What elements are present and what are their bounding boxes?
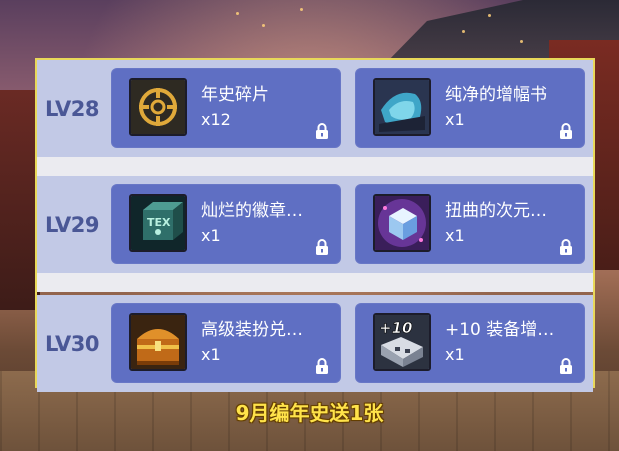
- level-label: LV29: [45, 212, 99, 237]
- reward-card[interactable]: +10 +10 装备增… x1: [355, 303, 585, 383]
- lock-icon: [560, 123, 572, 139]
- gold-coin-icon: [129, 78, 187, 136]
- level-label: LV30: [45, 331, 99, 356]
- reward-row-lv30: LV30 高级装扮兑… x1 +10 +10 装备增… x1: [37, 295, 593, 392]
- sparkle: [462, 30, 465, 33]
- reward-quantity: x12: [201, 110, 231, 129]
- lock-icon: [560, 358, 572, 374]
- blue-book-icon: [373, 78, 431, 136]
- reward-name: 纯净的增幅书: [445, 85, 547, 105]
- reward-name: 高级装扮兑…: [201, 320, 303, 340]
- reward-quantity: x1: [445, 226, 465, 245]
- cube-icon: [373, 194, 431, 252]
- row-divider: [37, 157, 593, 176]
- row-divider: [37, 273, 593, 292]
- sparkle: [262, 24, 265, 27]
- svg-text:TEX: TEX: [147, 216, 171, 229]
- emblem-box-icon: TEX: [129, 194, 187, 252]
- lock-icon: [560, 239, 572, 255]
- reward-card[interactable]: 年史碎片 x12: [111, 68, 341, 148]
- lock-icon: [316, 123, 328, 139]
- reward-quantity: x1: [201, 345, 221, 364]
- sparkle: [520, 40, 523, 43]
- sparkle: [236, 12, 239, 15]
- reward-row-lv28: LV28 年史碎片 x12 纯净的增幅书 x1: [37, 60, 593, 157]
- promo-caption: 9月编年史送1张: [235, 401, 384, 425]
- lock-icon: [316, 239, 328, 255]
- reward-card[interactable]: 纯净的增幅书 x1: [355, 68, 585, 148]
- reward-quantity: x1: [201, 226, 221, 245]
- sparkle: [488, 14, 491, 17]
- reward-quantity: x1: [445, 345, 465, 364]
- reward-card[interactable]: TEX 灿烂的徽章… x1: [111, 184, 341, 264]
- reward-quantity: x1: [445, 110, 465, 129]
- sparkle: [300, 8, 303, 11]
- treasure-chest-icon: [129, 313, 187, 371]
- plus10-label: +10: [379, 319, 412, 337]
- background-building-left: [0, 90, 40, 310]
- reward-name: 年史碎片: [201, 85, 269, 105]
- reward-name: 灿烂的徽章…: [201, 201, 303, 221]
- reward-card[interactable]: 高级装扮兑… x1: [111, 303, 341, 383]
- reward-name: +10 装备增…: [445, 320, 555, 340]
- reward-panel: LV28 年史碎片 x12 纯净的增幅书 x1 LV29 TEX 灿烂的徽章… …: [35, 58, 595, 392]
- reward-card[interactable]: 扭曲的次元… x1: [355, 184, 585, 264]
- reward-row-lv29: LV29 TEX 灿烂的徽章… x1 扭曲的次元… x1: [37, 176, 593, 273]
- reward-name: 扭曲的次元…: [445, 201, 547, 221]
- level-label: LV28: [45, 96, 99, 121]
- plus10-upgrade-icon: +10: [373, 313, 431, 371]
- lock-icon: [316, 358, 328, 374]
